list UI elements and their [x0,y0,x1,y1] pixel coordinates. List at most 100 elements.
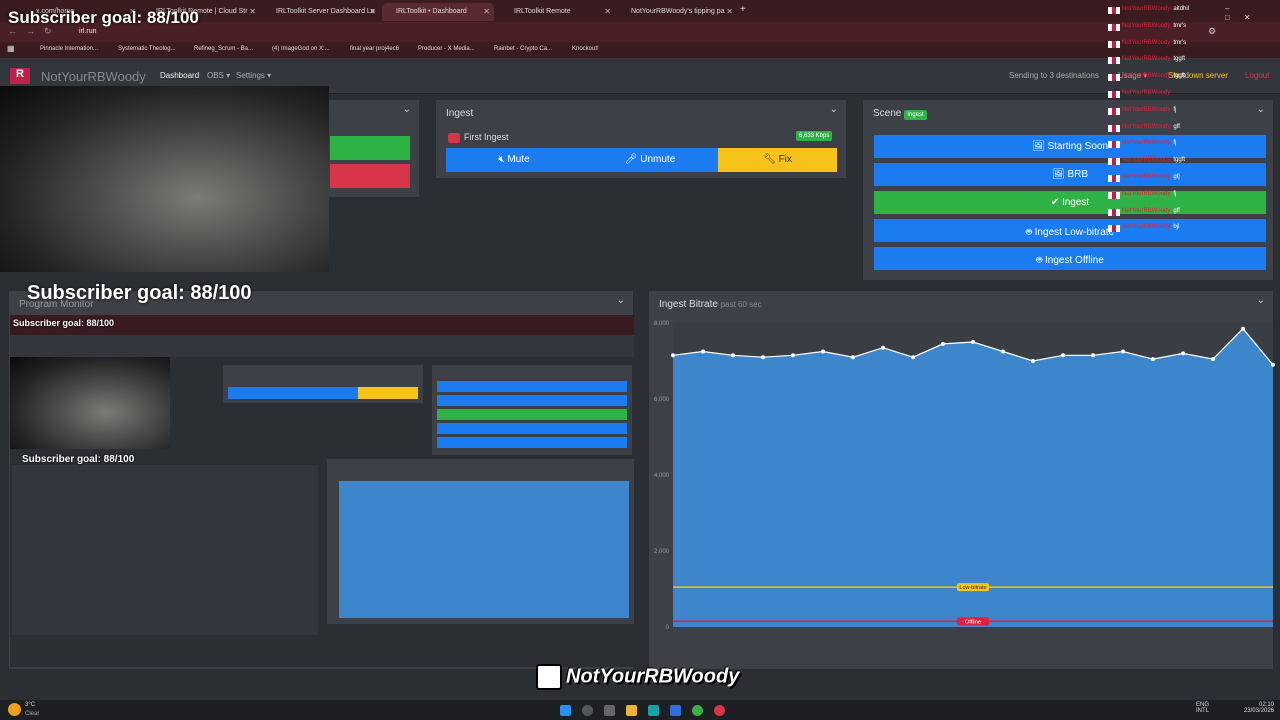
task-view-icon[interactable] [604,705,615,716]
bookmarks-bar: ▦ Pinnacle Internation... Systematic The… [0,42,1280,58]
chat-message: NotYourRBWoody aitdhil [1108,6,1189,16]
y-tick-label: 0 [666,625,670,631]
wrench-icon: 🔧︎ [763,154,779,165]
badge-icon [1108,225,1120,233]
data-point [701,349,705,354]
preview-goal-text: Subscriber goal: 88/100 [13,318,115,328]
badge-icon [1108,74,1120,82]
preview-nav [10,335,634,357]
chrome-icon[interactable] [692,705,703,716]
nav-dashboard[interactable]: Dashboard [160,71,199,80]
bookmark[interactable]: (4) ImageGod on X:... [272,46,330,52]
close-icon[interactable]: ✕ [726,7,733,16]
extensions-icon[interactable]: ⚙ [1208,26,1216,37]
clock[interactable]: 02:10 23/03/2026 [1240,702,1274,714]
preview-cam [10,357,170,449]
browser-tab[interactable]: IRLToolkit Server Dashboard Lo ✕ [262,3,380,21]
weather-icon[interactable] [8,703,21,716]
chat-text: fj [1173,106,1177,113]
muted-icon [448,133,460,143]
chevron-down-icon[interactable]: ⌄ [403,104,411,115]
scene-button-low-bitrate[interactable]: 🤖︎ Ingest Low-bitrate [874,219,1266,242]
chevron-down-icon[interactable]: ⌄ [830,104,838,115]
chat-text: tmr's [1173,39,1187,46]
app-icon[interactable] [714,705,725,716]
close-icon[interactable]: ✕ [369,7,376,16]
brand-name[interactable]: NotYourRBWoody [41,69,146,84]
output-stop-button[interactable] [330,164,410,188]
destinations-status: Sending to 3 destinations [1009,71,1099,80]
mute-button[interactable]: 🔇︎ Mute [446,148,582,172]
store-icon[interactable] [670,705,681,716]
y-tick-label: 2,000 [654,549,670,555]
windows-start-icon[interactable] [560,705,571,716]
bookmark[interactable]: Systematic Theolog... [118,46,176,52]
robot-icon: 🤖︎ [1025,227,1035,238]
url-input[interactable]: irl.run [79,28,97,35]
bitrate-chart: 8,000 6,000 4,000 2,000 0 Low-bitrate Offline [654,321,1275,631]
edge-icon[interactable] [648,705,659,716]
scene-button-brb[interactable]: 🖼︎ BRB [874,163,1266,186]
bookmark[interactable]: final year proj4ec6 [350,46,399,52]
badge-icon [1108,141,1120,149]
data-point [1241,326,1245,331]
bookmark[interactable]: Pinnacle Internation... [40,46,98,52]
data-point [851,355,855,360]
unmute-button[interactable]: 🎤︎ Unmute [582,148,718,172]
data-point [941,341,945,346]
chat-username: NotYourRBWoody [1122,73,1171,80]
scene-label: Starting Soon [1047,141,1109,152]
scene-card: Scene Ingest ⌄ 🖼︎ Starting Soon 🖼︎ BRB ✔ … [862,99,1274,281]
apps-icon[interactable]: ▦ [7,44,15,53]
brand-logo-icon: R [10,68,30,84]
data-point [911,355,915,360]
image-icon: 🖼︎ [1051,169,1068,180]
chat-username: NotYourRBWoody [1122,157,1171,164]
file-explorer-icon[interactable] [626,705,637,716]
data-point [1091,353,1095,358]
chevron-down-icon[interactable]: ⌄ [1257,104,1265,115]
scene-button-ingest[interactable]: ✔ Ingest [874,191,1266,214]
bitrate-badge: 6,633 Kbps [796,131,833,141]
browser-tab-active[interactable]: IRLToolkit • Dashboard ✕ [382,3,494,21]
bookmark[interactable]: Knockout! [572,46,599,52]
chevron-down-icon[interactable]: ⌄ [1257,295,1265,306]
output-start-button[interactable] [330,136,410,160]
scene-button-starting-soon[interactable]: 🖼︎ Starting Soon [874,135,1266,158]
chat-message: NotYourRBWoody tmr's [1108,40,1186,50]
chat-text: gff [1173,123,1180,130]
preview-fix-bar [358,387,418,399]
language-indicator[interactable]: ENG INTL [1196,702,1209,714]
twitch-icon [536,664,562,690]
window-controls[interactable]: –□✕ [1225,4,1280,22]
chevron-down-icon[interactable]: ⌄ [617,295,625,306]
chat-message: NotYourRBWoody fj [1108,191,1176,201]
close-icon[interactable]: ✕ [483,7,490,16]
nav-obs[interactable]: OBS ▾ [207,71,230,80]
chat-text: bjl [1173,224,1180,231]
y-tick-label: 8,000 [654,321,670,327]
browser-tab[interactable]: NotYourRBWoody's tipping pa ✕ [617,3,737,21]
scene-button-offline[interactable]: 🤖︎ Ingest Offline [874,247,1266,270]
chat-message: NotYourRBWoody fj [1108,140,1176,150]
preview-mute-bar [228,387,358,399]
bookmark[interactable]: Producer - X Media... [418,46,475,52]
nav-settings[interactable]: Settings ▾ [236,71,271,80]
close-icon[interactable]: ✕ [249,7,256,16]
chat-username: NotYourRBWoody [1122,56,1171,63]
chat-text: tmr's [1173,22,1187,29]
chat-message: NotYourRBWoody tggft [1108,73,1185,83]
chat-message: NotYourRBWoody [1108,90,1173,100]
fix-button[interactable]: 🔧︎ Fix [718,148,837,172]
logout-button[interactable]: Logout [1245,71,1269,80]
chat-text: gff [1173,207,1180,214]
search-icon[interactable] [582,705,593,716]
bookmark[interactable]: Refineg_Scrum - Ba... [194,46,253,52]
close-icon[interactable]: ✕ [604,7,611,16]
low-bitrate-line-label: Low-bitrate [959,585,986,591]
weather-temp: 3°C [25,702,36,708]
program-monitor-card: Program Monitor ⌄ Subscriber goal: 88/10… [8,290,634,670]
bookmark[interactable]: Rainbet - Crypto Ca... [494,46,552,52]
new-tab-icon[interactable]: + [740,4,746,15]
browser-tab[interactable]: IRLToolkit Remote ✕ [500,3,615,21]
